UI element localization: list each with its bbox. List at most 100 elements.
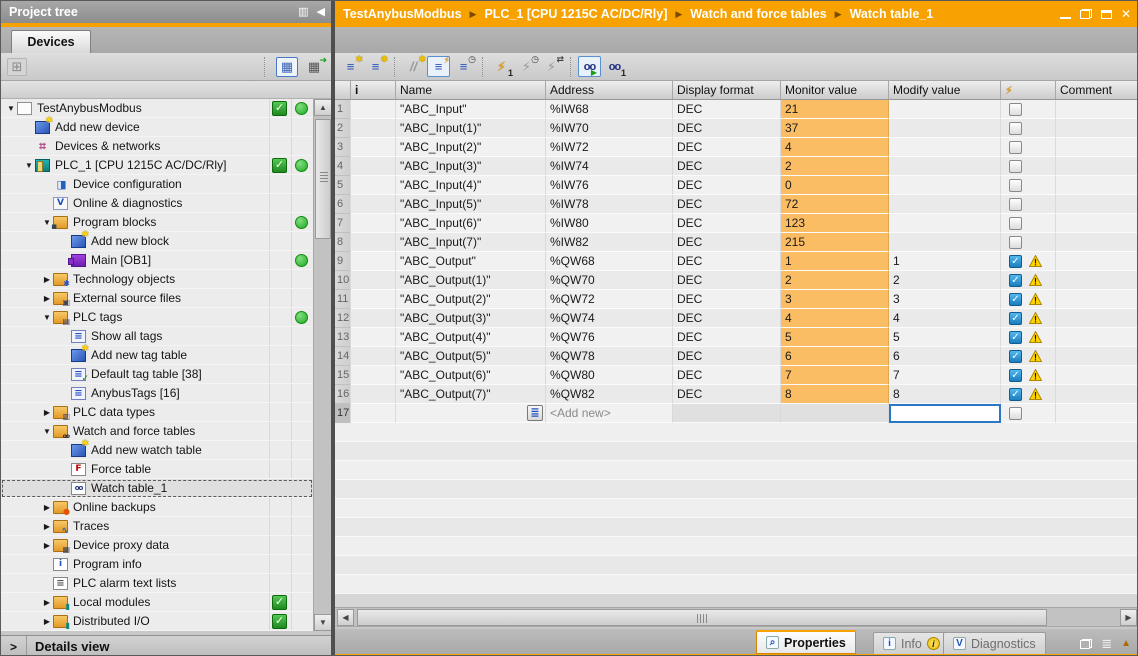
cell-address[interactable]: %QW68 bbox=[546, 252, 673, 271]
enable-peripheral-outputs-icon[interactable]: ⚡⇄ bbox=[540, 56, 563, 77]
cell-info[interactable] bbox=[351, 366, 396, 385]
cell-display-format[interactable]: DEC bbox=[673, 157, 781, 176]
cell-monitor-value[interactable] bbox=[781, 404, 889, 423]
tree-item-devices-networks[interactable]: Devices & networks bbox=[1, 137, 313, 156]
collapse-panel-icon[interactable]: ◀ bbox=[317, 1, 325, 23]
cell-modify-value[interactable] bbox=[889, 233, 1001, 252]
tag-picker-icon[interactable]: ≣ bbox=[527, 405, 543, 421]
cell-monitor-value[interactable]: 2 bbox=[781, 271, 889, 290]
cell-address[interactable]: %QW76 bbox=[546, 328, 673, 347]
breadcrumb-item-watch-table-1[interactable]: Watch table_1 bbox=[850, 7, 934, 21]
cell-info[interactable] bbox=[351, 138, 396, 157]
cell-name[interactable]: "ABC_Output(6)" bbox=[396, 366, 546, 385]
monitor-once-icon[interactable]: ≡◷ bbox=[452, 56, 475, 77]
cell-name[interactable]: "ABC_Input(3)" bbox=[396, 157, 546, 176]
tab-info[interactable]: i Info i bbox=[873, 632, 950, 654]
scroll-up-icon[interactable]: ▲ bbox=[314, 99, 332, 116]
close-icon[interactable]: ✕ bbox=[1121, 9, 1131, 19]
cell-info[interactable] bbox=[351, 157, 396, 176]
cell-address[interactable]: %IW82 bbox=[546, 233, 673, 252]
tree-item-anybustags-16[interactable]: AnybusTags [16] bbox=[1, 384, 313, 403]
cell-name[interactable]: ≣ bbox=[396, 404, 546, 423]
cell-name[interactable]: "ABC_Input(6)" bbox=[396, 214, 546, 233]
cell-monitor-value[interactable]: 5 bbox=[781, 328, 889, 347]
cell-name[interactable]: "ABC_Output(2)" bbox=[396, 290, 546, 309]
modify-checkbox[interactable] bbox=[1009, 407, 1022, 420]
monitor-all-icon[interactable]: ≡⚡ bbox=[427, 56, 450, 77]
cell-modify-value[interactable]: 5 bbox=[889, 328, 1001, 347]
tree-item-technology-objects[interactable]: ▶Technology objects bbox=[1, 270, 313, 289]
cell-name[interactable]: "ABC_Output(5)" bbox=[396, 347, 546, 366]
cell-display-format[interactable]: DEC bbox=[673, 176, 781, 195]
tree-item-watch-table-1[interactable]: Watch table_1 bbox=[1, 479, 313, 498]
expander-closed-icon[interactable]: ▶ bbox=[41, 598, 53, 607]
insert-row-icon[interactable]: ≡✱ bbox=[339, 56, 362, 77]
breadcrumb-item-testanybusmodbus[interactable]: TestAnybusModbus bbox=[343, 7, 462, 21]
expander-open-icon[interactable]: ▼ bbox=[23, 161, 35, 170]
cell-address[interactable]: %IW68 bbox=[546, 100, 673, 119]
expander-closed-icon[interactable]: ▶ bbox=[41, 541, 53, 550]
tree-item-plc-alarm-text-lists[interactable]: PLC alarm text lists bbox=[1, 574, 313, 593]
modify-checkbox[interactable] bbox=[1009, 160, 1022, 173]
cell-comment[interactable] bbox=[1056, 290, 1138, 309]
tree-item-force-table[interactable]: Force table bbox=[1, 460, 313, 479]
tree-item-add-new-watch-table[interactable]: Add new watch table bbox=[1, 441, 313, 460]
cell-modify-value[interactable]: 7 bbox=[889, 366, 1001, 385]
cell-display-format[interactable]: DEC bbox=[673, 309, 781, 328]
tree-item-program-info[interactable]: Program info bbox=[1, 555, 313, 574]
modify-checkbox[interactable]: ✓ bbox=[1009, 350, 1022, 363]
cell-modify-value[interactable]: 8 bbox=[889, 385, 1001, 404]
cell-address[interactable]: %QW74 bbox=[546, 309, 673, 328]
tab-properties[interactable]: ⌕ Properties bbox=[756, 630, 856, 654]
network-overview-icon[interactable]: ⊞ bbox=[7, 58, 27, 76]
collapse-pane-icon[interactable]: ▲ bbox=[1121, 639, 1131, 649]
modify-checkbox[interactable]: ✓ bbox=[1009, 255, 1022, 268]
expander-open-icon[interactable]: ▼ bbox=[41, 427, 53, 436]
cell-monitor-value[interactable]: 8 bbox=[781, 385, 889, 404]
cell-monitor-value[interactable]: 7 bbox=[781, 366, 889, 385]
cell-name[interactable]: "ABC_Output" bbox=[396, 252, 546, 271]
cell-monitor-value[interactable]: 72 bbox=[781, 195, 889, 214]
cell-address[interactable]: %IW76 bbox=[546, 176, 673, 195]
cell-modify-value[interactable] bbox=[889, 176, 1001, 195]
tree-item-online-backups[interactable]: ▶Online backups bbox=[1, 498, 313, 517]
tree-scrollbar-thumb[interactable] bbox=[315, 119, 331, 239]
cell-monitor-value[interactable]: 123 bbox=[781, 214, 889, 233]
cell-display-format[interactable] bbox=[673, 404, 781, 423]
modify-checkbox[interactable] bbox=[1009, 198, 1022, 211]
cell-modify-value[interactable]: 6 bbox=[889, 347, 1001, 366]
cell-comment[interactable] bbox=[1056, 100, 1138, 119]
expander-closed-icon[interactable]: ▶ bbox=[41, 503, 53, 512]
tree-item-online-diagnostics[interactable]: Online & diagnostics bbox=[1, 194, 313, 213]
tab-devices[interactable]: Devices bbox=[11, 30, 91, 53]
tree-item-default-tag-table-38[interactable]: Default tag table [38] bbox=[1, 365, 313, 384]
cell-display-format[interactable]: DEC bbox=[673, 119, 781, 138]
expander-open-icon[interactable]: ▼ bbox=[41, 313, 53, 322]
cell-comment[interactable] bbox=[1056, 252, 1138, 271]
tree-item-program-blocks[interactable]: ▼Program blocks bbox=[1, 213, 313, 232]
cell-monitor-value[interactable]: 3 bbox=[781, 290, 889, 309]
cell-comment[interactable] bbox=[1056, 195, 1138, 214]
cell-modify-value[interactable]: 1 bbox=[889, 252, 1001, 271]
cell-display-format[interactable]: DEC bbox=[673, 138, 781, 157]
expander-open-icon[interactable]: ▼ bbox=[5, 104, 17, 113]
cell-address[interactable]: %QW80 bbox=[546, 366, 673, 385]
tree-item-show-all-tags[interactable]: Show all tags bbox=[1, 327, 313, 346]
horizontal-scrollbar-thumb[interactable] bbox=[357, 609, 1047, 626]
expander-closed-icon[interactable]: ▶ bbox=[41, 294, 53, 303]
cell-info[interactable] bbox=[351, 176, 396, 195]
tree-item-plc-data-types[interactable]: ▶PLC data types bbox=[1, 403, 313, 422]
cell-monitor-value[interactable]: 4 bbox=[781, 138, 889, 157]
cell-display-format[interactable]: DEC bbox=[673, 195, 781, 214]
modify-with-trigger-icon[interactable]: ⚡◷ bbox=[515, 56, 538, 77]
expander-closed-icon[interactable]: ▶ bbox=[41, 408, 53, 417]
cell-address[interactable]: %IW74 bbox=[546, 157, 673, 176]
modify-checkbox[interactable]: ✓ bbox=[1009, 274, 1022, 287]
cell-info[interactable] bbox=[351, 214, 396, 233]
cell-address[interactable]: %QW70 bbox=[546, 271, 673, 290]
cell-modify-value[interactable] bbox=[889, 119, 1001, 138]
cell-address[interactable]: %IW70 bbox=[546, 119, 673, 138]
modify-checkbox[interactable] bbox=[1009, 122, 1022, 135]
cell-address[interactable]: %QW78 bbox=[546, 347, 673, 366]
cell-name[interactable]: "ABC_Output(3)" bbox=[396, 309, 546, 328]
